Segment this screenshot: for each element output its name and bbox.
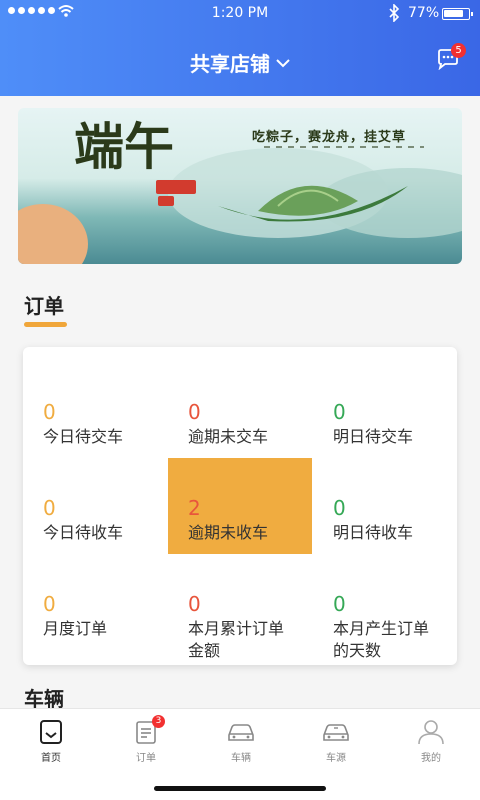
home-icon — [40, 720, 62, 744]
stat-tomorrow-pending-return[interactable]: 0 明日待收车 — [313, 458, 457, 554]
stat-today-pending-return[interactable]: 0 今日待收车 — [23, 458, 167, 554]
bluetooth-icon — [389, 4, 400, 22]
stat-value: 0 — [333, 592, 346, 616]
profile-icon — [418, 720, 444, 745]
banner-subtitle-line — [264, 146, 424, 148]
home-indicator[interactable] — [154, 786, 326, 791]
stat-value: 0 — [188, 400, 201, 424]
stat-overdue-not-returned[interactable]: 2 逾期未收车 — [168, 458, 312, 554]
stat-today-pending-delivery[interactable]: 0 今日待交车 — [23, 362, 167, 458]
tab-profile[interactable]: 我的 — [383, 719, 479, 764]
stat-monthly-order-amount[interactable]: 0 本月累计订单金额 — [168, 554, 312, 660]
stat-value: 2 — [188, 496, 201, 520]
stat-value: 0 — [43, 496, 56, 520]
banner-tagline: 吃粽子，赛龙舟，挂艾草 — [252, 130, 407, 145]
banner-seal — [158, 196, 174, 206]
stat-value: 0 — [43, 400, 56, 424]
stat-value: 0 — [333, 496, 346, 520]
banner-seal — [156, 180, 196, 194]
stat-monthly-order-days[interactable]: 0 本月产生订单的天数 — [313, 554, 457, 660]
message-count-badge: 5 — [451, 43, 466, 58]
stat-label: 今日待收车 — [43, 523, 124, 542]
tab-label: 车辆 — [231, 753, 251, 764]
tab-home[interactable]: 首页 — [3, 719, 99, 764]
tab-label: 首页 — [41, 753, 61, 764]
app-header: 1:20 PM 77% 共享店铺 5 — [0, 0, 480, 96]
tab-label: 订单 — [136, 753, 156, 764]
page-title: 共享店铺 — [190, 52, 270, 76]
battery-percent: 77% — [408, 5, 440, 21]
tab-orders[interactable]: 3 订单 — [98, 715, 194, 764]
stat-value: 0 — [188, 592, 201, 616]
tab-label: 我的 — [421, 753, 441, 764]
stat-label: 本月产生订单的天数 — [333, 619, 430, 660]
stat-value: 0 — [333, 400, 346, 424]
car-source-icon — [323, 724, 349, 741]
stat-tomorrow-pending-delivery[interactable]: 0 明日待交车 — [313, 362, 457, 458]
banner-headline: 端午 — [74, 117, 174, 176]
tab-vehicles[interactable]: 车辆 — [193, 719, 289, 764]
banner-leaf-boat — [218, 185, 408, 222]
banner-rice-dumpling — [18, 204, 88, 264]
tab-label: 车源 — [326, 753, 346, 764]
stat-label: 本月累计订单金额 — [188, 619, 285, 660]
battery-icon — [442, 8, 473, 20]
store-switcher[interactable]: 共享店铺 — [0, 48, 480, 77]
promo-banner[interactable]: 端午 吃粽子，赛龙舟，挂艾草 — [18, 108, 462, 264]
stat-label: 明日待收车 — [333, 523, 414, 542]
stat-label: 逾期未交车 — [188, 427, 269, 446]
stat-label: 月度订单 — [43, 619, 108, 638]
orders-title-underline — [24, 322, 67, 327]
chevron-down-icon — [276, 49, 290, 73]
stat-value: 0 — [43, 592, 56, 616]
stat-label: 明日待交车 — [333, 427, 414, 446]
order-stats-card: 0 今日待交车 0 逾期未交车 0 明日待交车 0 今日待收车 2 逾期未收车 … — [23, 347, 457, 665]
stat-monthly-orders[interactable]: 0 月度订单 — [23, 554, 167, 650]
stat-label: 今日待交车 — [43, 427, 124, 446]
stat-overdue-not-delivered[interactable]: 0 逾期未交车 — [168, 362, 312, 458]
stat-label: 逾期未收车 — [188, 523, 269, 542]
car-icon — [228, 724, 254, 741]
orders-count-badge: 3 — [152, 715, 165, 728]
messages-button[interactable]: 5 — [436, 43, 466, 74]
tab-car-source[interactable]: 车源 — [288, 719, 384, 764]
status-bar: 1:20 PM 77% — [0, 4, 480, 24]
orders-section-title: 订单 — [24, 294, 64, 318]
